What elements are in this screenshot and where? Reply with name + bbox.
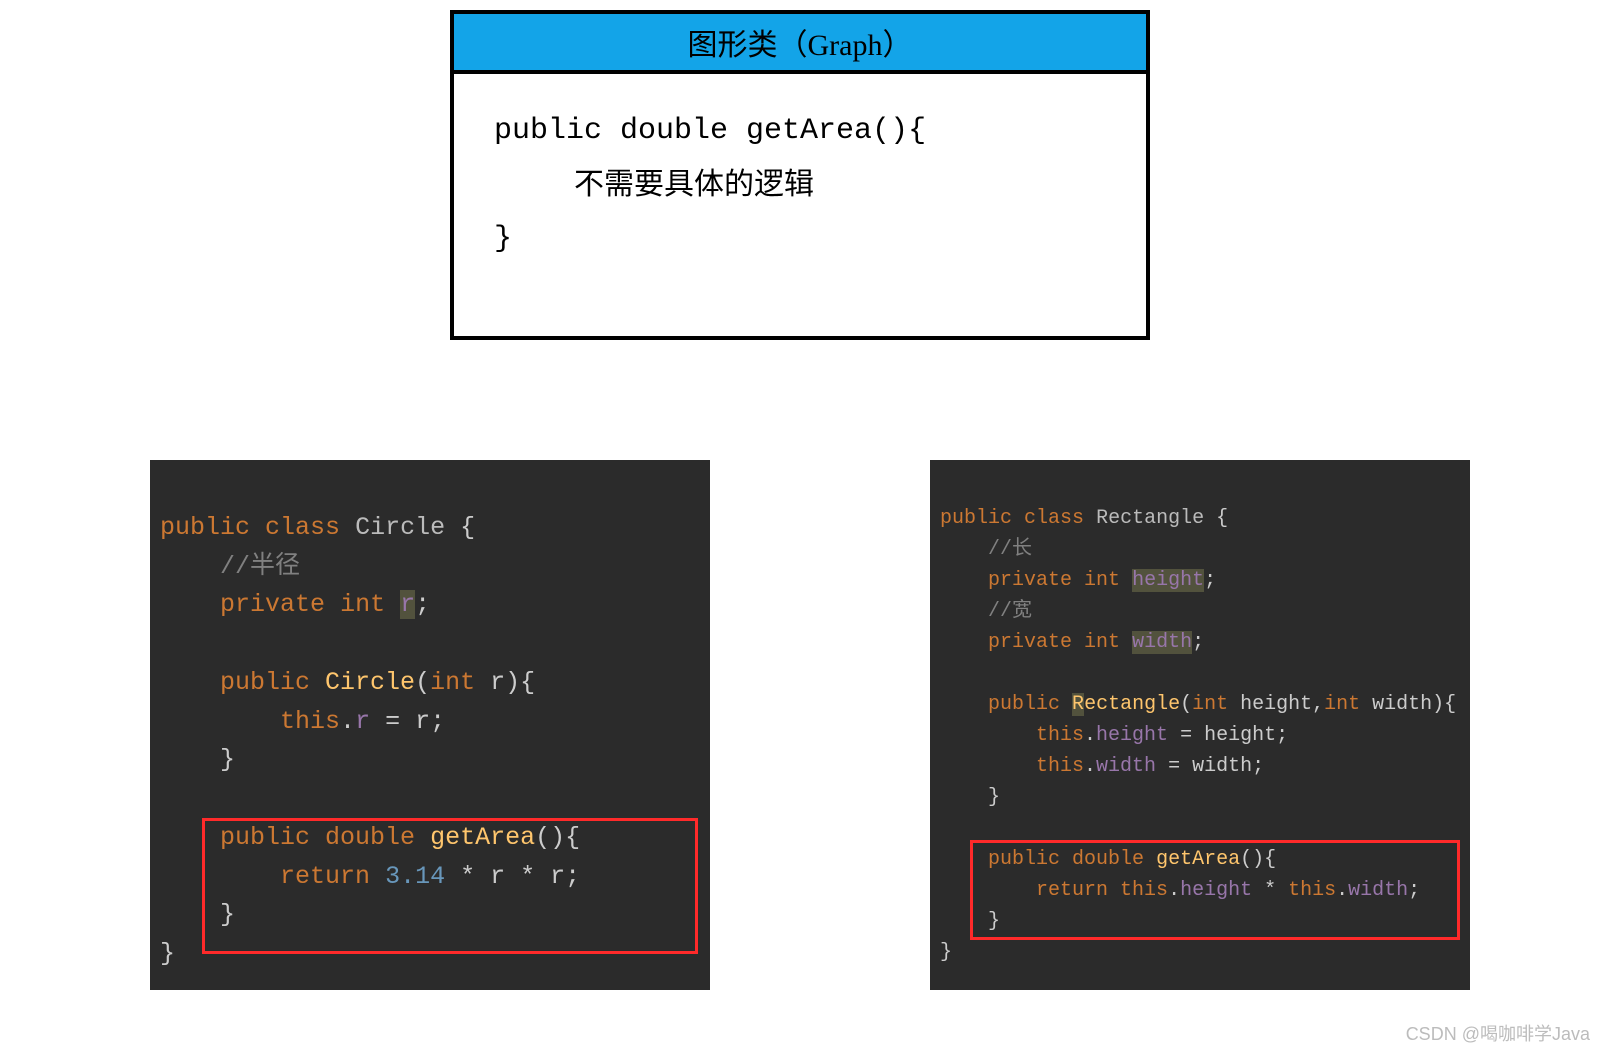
- brace-close: }: [220, 900, 235, 929]
- kw-private: private: [220, 590, 325, 619]
- field-r: r: [400, 590, 415, 619]
- kw-public: public: [220, 823, 310, 852]
- kw-return: return: [1036, 879, 1108, 902]
- code-panel-circle: public class Circle { //半径 private int r…: [150, 460, 710, 990]
- dot: .: [1336, 879, 1348, 902]
- kw-int: int: [1084, 631, 1120, 654]
- comment-radius: //半径: [220, 552, 300, 581]
- assign: = r;: [370, 707, 445, 736]
- uml-method-close: }: [494, 212, 1106, 266]
- kw-double: double: [1072, 848, 1144, 871]
- kw-int: int: [1324, 693, 1360, 716]
- kw-class: class: [1024, 507, 1084, 530]
- field-width: width: [1132, 631, 1192, 654]
- dot: .: [1084, 724, 1096, 747]
- kw-int: int: [1084, 569, 1120, 592]
- this: this: [1036, 755, 1084, 778]
- assign: = height;: [1168, 724, 1288, 747]
- field-r: r: [355, 707, 370, 736]
- dot: .: [1084, 755, 1096, 778]
- this: this: [1120, 879, 1168, 902]
- method-getArea: getArea: [430, 823, 535, 852]
- field-height: height: [1096, 724, 1168, 747]
- brace: {: [1204, 507, 1228, 530]
- kw-return: return: [280, 862, 370, 891]
- uml-header-text: 图形类（Graph）: [688, 29, 913, 62]
- sig: (){: [1240, 848, 1276, 871]
- kw-public: public: [160, 513, 250, 542]
- param-r: r: [475, 668, 505, 697]
- comment-width: //宽: [988, 600, 1032, 623]
- kw-public: public: [940, 507, 1012, 530]
- kw-int: int: [430, 668, 475, 697]
- kw-class: class: [265, 513, 340, 542]
- uml-method-signature: public double getArea(){: [494, 104, 1106, 158]
- semi: ;: [1192, 631, 1204, 654]
- kw-public: public: [220, 668, 310, 697]
- semi: ;: [415, 590, 430, 619]
- paren: (: [1180, 693, 1192, 716]
- uml-method-note: 不需要具体的逻辑: [574, 158, 1106, 212]
- code-panel-rectangle: public class Rectangle { //长 private int…: [930, 460, 1470, 990]
- dot: .: [340, 707, 355, 736]
- field-width: width: [1348, 879, 1408, 902]
- ctor-name-rest: ectangle: [1084, 693, 1180, 716]
- literal-pi: 3.14: [385, 862, 445, 891]
- ctor-name: Circle: [325, 668, 415, 697]
- kw-private: private: [988, 631, 1072, 654]
- comment-height: //长: [988, 538, 1032, 561]
- field-height: height: [1180, 879, 1252, 902]
- kw-int: int: [1192, 693, 1228, 716]
- paren-close: ){: [505, 668, 535, 697]
- mul: *: [1252, 879, 1288, 902]
- brace: {: [445, 513, 475, 542]
- assign: = width;: [1156, 755, 1264, 778]
- paren-close: ){: [1432, 693, 1456, 716]
- comma: ,: [1312, 693, 1324, 716]
- kw-private: private: [988, 569, 1072, 592]
- expr: * r * r;: [445, 862, 580, 891]
- param-height: height: [1228, 693, 1312, 716]
- method-getArea: getArea: [1156, 848, 1240, 871]
- kw-double: double: [325, 823, 415, 852]
- uml-graph-class-box: 图形类（Graph） public double getArea(){ 不需要具…: [450, 10, 1150, 340]
- param-width: width: [1360, 693, 1432, 716]
- this: this: [1288, 879, 1336, 902]
- brace-close: }: [988, 910, 1000, 933]
- this: this: [1036, 724, 1084, 747]
- brace-close: }: [988, 786, 1000, 809]
- class-name-circle: Circle: [355, 513, 445, 542]
- this: this: [280, 707, 340, 736]
- kw-public: public: [988, 693, 1060, 716]
- class-close: }: [940, 941, 952, 964]
- sig: (){: [535, 823, 580, 852]
- paren: (: [415, 668, 430, 697]
- field-width: width: [1096, 755, 1156, 778]
- watermark: CSDN @喝咖啡学Java: [1406, 1020, 1590, 1046]
- uml-body: public double getArea(){ 不需要具体的逻辑 }: [454, 74, 1146, 336]
- class-close: }: [160, 939, 175, 968]
- uml-header: 图形类（Graph）: [454, 14, 1146, 74]
- semi: ;: [1408, 879, 1420, 902]
- ctor-name-initial: R: [1072, 693, 1084, 716]
- semi: ;: [1204, 569, 1216, 592]
- brace-close: }: [220, 745, 235, 774]
- dot: .: [1168, 879, 1180, 902]
- kw-int: int: [340, 590, 385, 619]
- field-height: height: [1132, 569, 1204, 592]
- class-name-rectangle: Rectangle: [1096, 507, 1204, 530]
- kw-public: public: [988, 848, 1060, 871]
